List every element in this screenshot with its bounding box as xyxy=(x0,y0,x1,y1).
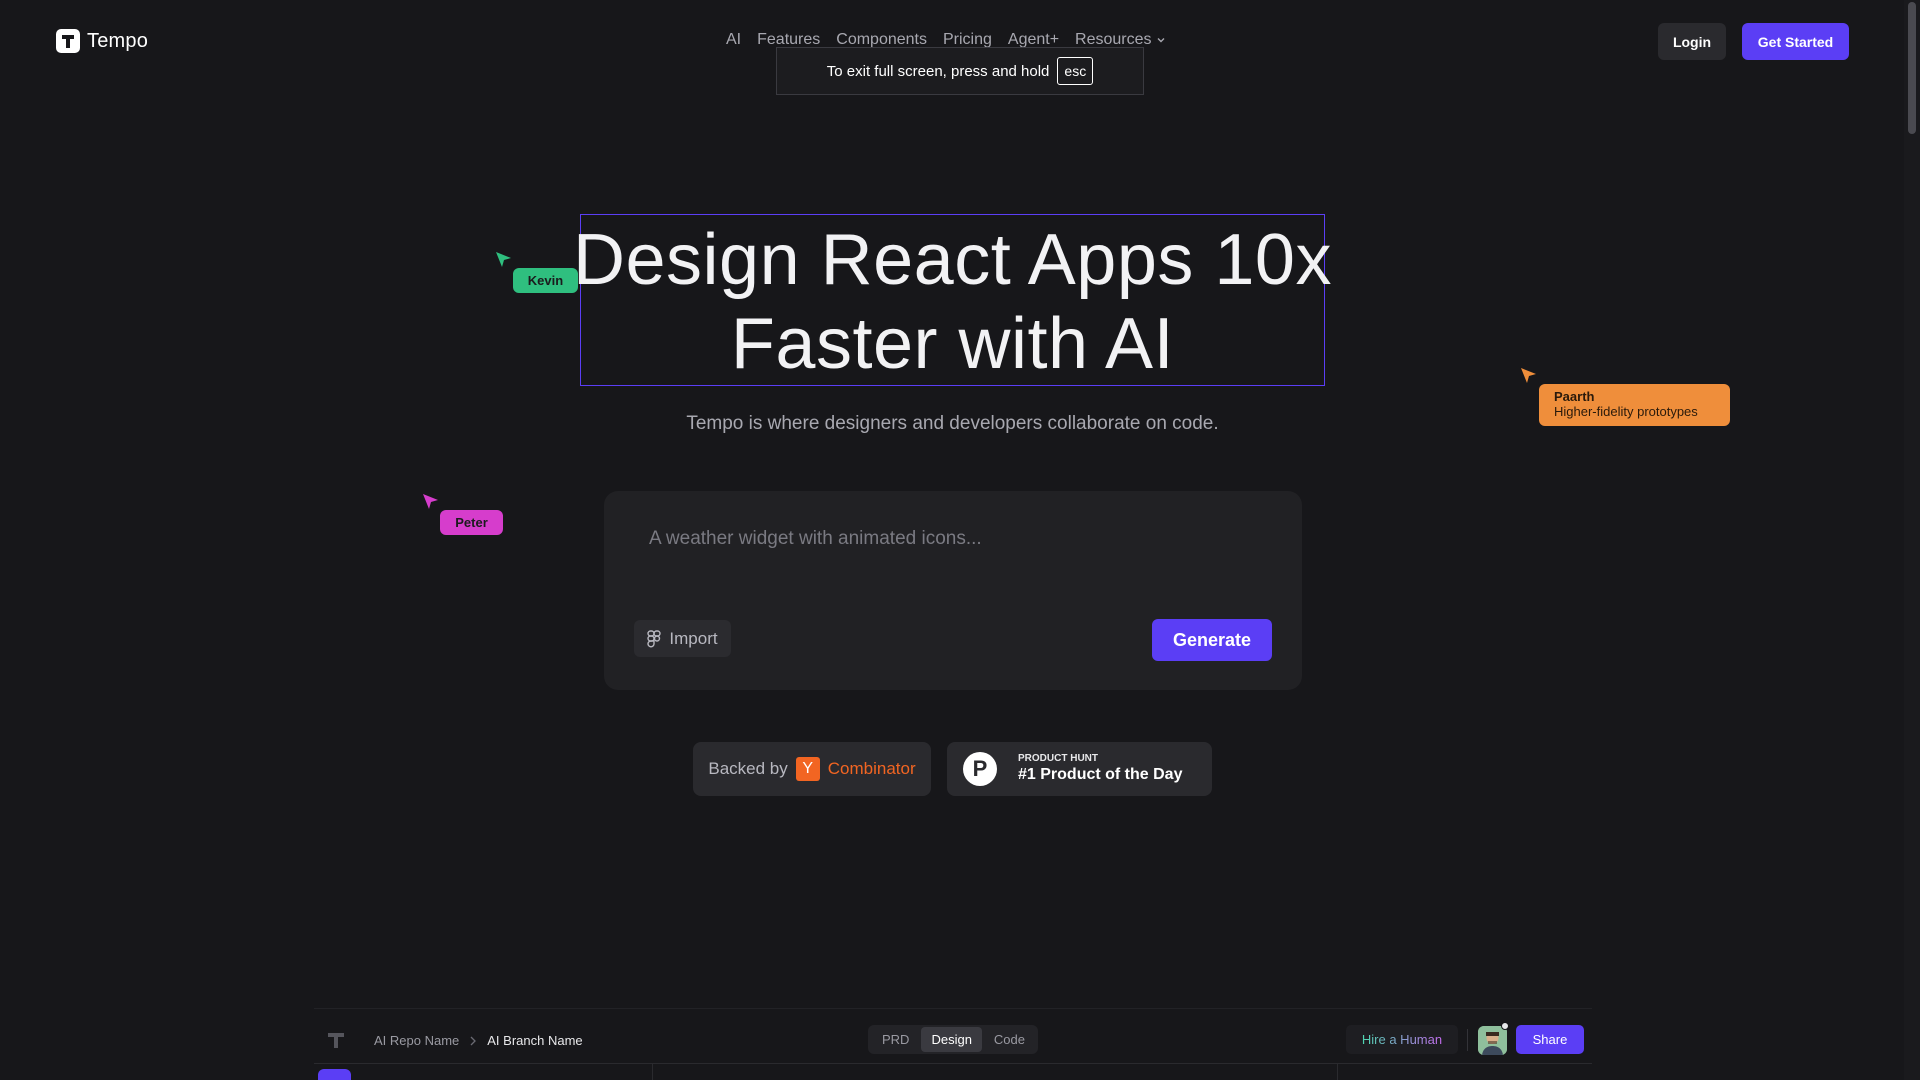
get-started-button[interactable]: Get Started xyxy=(1742,23,1849,60)
preview-panel-divider-left xyxy=(652,1063,653,1080)
kevin-cursor-icon xyxy=(496,252,511,267)
breadcrumb-repo[interactable]: AI Repo Name xyxy=(374,1033,459,1048)
tab-prd[interactable]: PRD xyxy=(872,1027,919,1052)
hero-title: Design React Apps 10x Faster with AI xyxy=(560,218,1345,386)
preview-divider xyxy=(314,1063,1592,1064)
tab-design[interactable]: Design xyxy=(921,1027,982,1052)
prompt-input[interactable]: A weather widget with animated icons... xyxy=(649,528,982,550)
brand-logo[interactable]: Tempo xyxy=(56,29,148,53)
product-hunt-badge[interactable]: P PRODUCT HUNT #1 Product of the Day xyxy=(947,742,1212,796)
tab-code[interactable]: Code xyxy=(984,1027,1035,1052)
import-label: Import xyxy=(669,628,718,648)
yc-badge[interactable]: Backed by Y Combinator xyxy=(693,742,931,796)
login-button[interactable]: Login xyxy=(1658,23,1726,60)
share-button[interactable]: Share xyxy=(1516,1025,1584,1054)
hire-label: Hire a Human xyxy=(1361,1032,1443,1047)
fullscreen-exit-toast: To exit full screen, press and hold esc xyxy=(776,47,1144,95)
cursor-paarth-note: Higher-fidelity prototypes xyxy=(1554,404,1698,419)
view-tabs: PRD Design Code xyxy=(868,1025,1038,1054)
presence-indicator xyxy=(1501,1022,1509,1030)
avatar[interactable] xyxy=(1478,1026,1507,1055)
product-hunt-title: #1 Product of the Day xyxy=(1018,766,1183,783)
preview-panel-divider-right xyxy=(1337,1063,1338,1080)
cursor-label-peter: Peter xyxy=(440,510,503,535)
yc-logo-icon: Y xyxy=(795,757,820,781)
fullscreen-toast-text: To exit full screen, press and hold xyxy=(826,62,1050,80)
yc-name: Combinator xyxy=(827,759,916,778)
cursor-paarth-name: Paarth xyxy=(1554,389,1595,404)
preview-sidebar-button[interactable] xyxy=(318,1069,351,1080)
product-hunt-logo-icon: P xyxy=(963,752,997,786)
app-preview: AI Repo Name AI Branch Name PRD Design C… xyxy=(314,1008,1592,1080)
page-scrollbar[interactable] xyxy=(1904,0,1920,1080)
tempo-mark-icon xyxy=(328,1033,344,1048)
cursor-label-kevin: Kevin xyxy=(513,268,578,293)
tempo-logo-icon xyxy=(56,29,80,53)
hero-subtitle: Tempo is where designers and developers … xyxy=(686,413,1219,434)
backed-by-label: Backed by xyxy=(708,759,788,778)
nav-item-ai[interactable]: AI xyxy=(726,31,741,49)
import-button[interactable]: Import xyxy=(634,620,731,657)
esc-key-label: esc xyxy=(1057,57,1094,85)
generate-button[interactable]: Generate xyxy=(1152,619,1272,661)
user-avatar-icon xyxy=(1478,1026,1507,1055)
hero-title-line1: Design React Apps 10x xyxy=(573,220,1332,300)
scrollbar-thumb[interactable] xyxy=(1908,2,1916,134)
peter-cursor-icon xyxy=(423,494,438,509)
hire-a-human-button[interactable]: Hire a Human xyxy=(1346,1025,1458,1054)
brand-name: Tempo xyxy=(87,29,149,52)
cursor-label-paarth: Paarth Higher-fidelity prototypes xyxy=(1539,384,1730,426)
prompt-card: A weather widget with animated icons... … xyxy=(604,491,1302,690)
hero-title-line2: Faster with AI xyxy=(730,304,1175,384)
paarth-cursor-icon xyxy=(1521,368,1536,383)
breadcrumb: AI Repo Name AI Branch Name xyxy=(374,1033,583,1048)
toolbar-divider xyxy=(1467,1029,1468,1051)
breadcrumb-branch[interactable]: AI Branch Name xyxy=(487,1033,582,1048)
chevron-right-icon xyxy=(470,1036,477,1045)
chevron-down-icon xyxy=(1157,38,1165,43)
figma-icon xyxy=(647,629,662,647)
product-hunt-label: PRODUCT HUNT xyxy=(1018,753,1098,764)
